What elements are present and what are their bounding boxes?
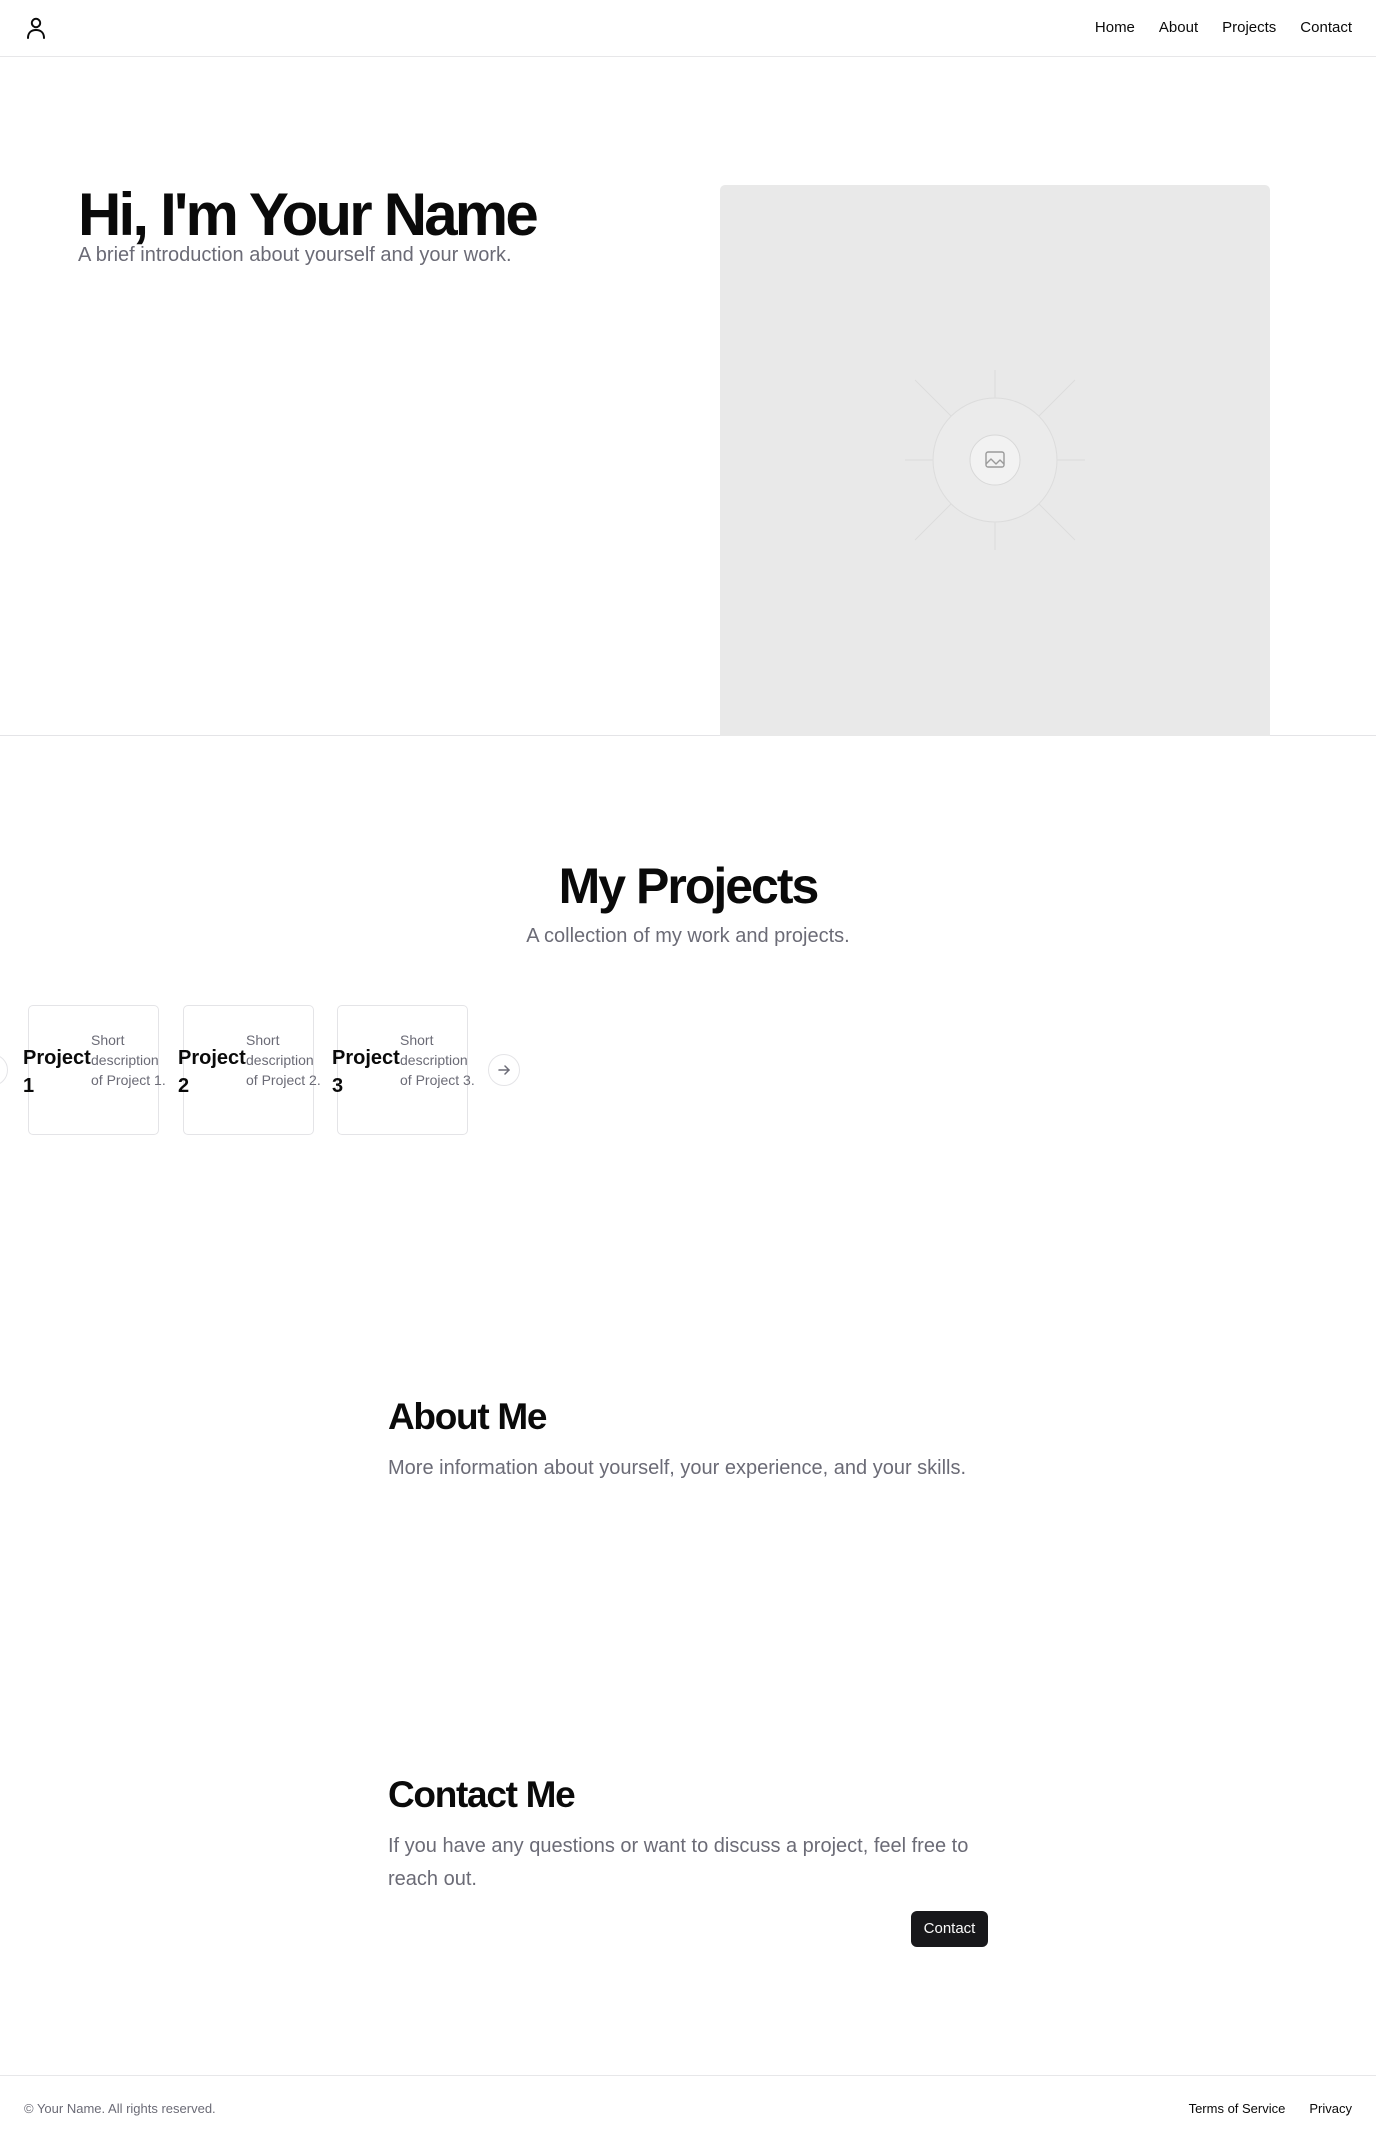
project-card-description: Short description of Project 3. [400, 1032, 475, 1088]
project-card-title: Project 3 [332, 1047, 400, 1097]
carousel-prev-button[interactable] [0, 1054, 8, 1086]
arrow-right-icon [498, 1065, 510, 1075]
nav-about-link[interactable]: About [1159, 18, 1198, 38]
main-nav: Home About Projects Contact [1095, 18, 1352, 38]
project-card[interactable]: Project 3 Short description of Project 3… [332, 1005, 475, 1135]
carousel-next-button[interactable] [488, 1054, 520, 1086]
contact-title: Contact Me [388, 1774, 576, 1815]
project-card[interactable]: Project 2 Short description of Project 2… [178, 1005, 321, 1135]
project-card-description: Short description of Project 2. [246, 1032, 321, 1088]
hero-subtitle: A brief introduction about yourself and … [78, 244, 512, 266]
project-card[interactable]: Project 1 Short description of Project 1… [23, 1005, 166, 1135]
project-card-description: Short description of Project 1. [91, 1032, 166, 1088]
project-card-title: Project 2 [178, 1047, 246, 1097]
privacy-link[interactable]: Privacy [1309, 2100, 1352, 2118]
projects-subtitle: A collection of my work and projects. [526, 925, 850, 947]
user-icon[interactable] [24, 16, 48, 40]
hero-image-placeholder [720, 185, 1270, 736]
contact-text: If you have any questions or want to dis… [388, 1835, 969, 1890]
contact-button[interactable]: Contact [911, 1911, 988, 1947]
projects-title: My Projects [558, 858, 820, 914]
hero-section: Hi, I'm Your Name A brief introduction a… [0, 57, 1376, 736]
nav-home-link[interactable]: Home [1095, 18, 1135, 38]
copyright-text: © Your Name. All rights reserved. [24, 2101, 216, 2116]
terms-link[interactable]: Terms of Service [1189, 2100, 1286, 2118]
site-footer: © Your Name. All rights reserved. Terms … [0, 2075, 1376, 2140]
nav-contact-link[interactable]: Contact [1300, 18, 1352, 38]
project-card-title: Project 1 [23, 1047, 91, 1097]
footer-links: Terms of Service Privacy [1189, 2100, 1352, 2118]
nav-projects-link[interactable]: Projects [1222, 18, 1276, 38]
image-placeholder-icon [905, 370, 1085, 550]
about-title: About Me [388, 1396, 547, 1437]
about-text: More information about yourself, your ex… [388, 1457, 967, 1479]
site-header: Home About Projects Contact [0, 0, 1376, 57]
